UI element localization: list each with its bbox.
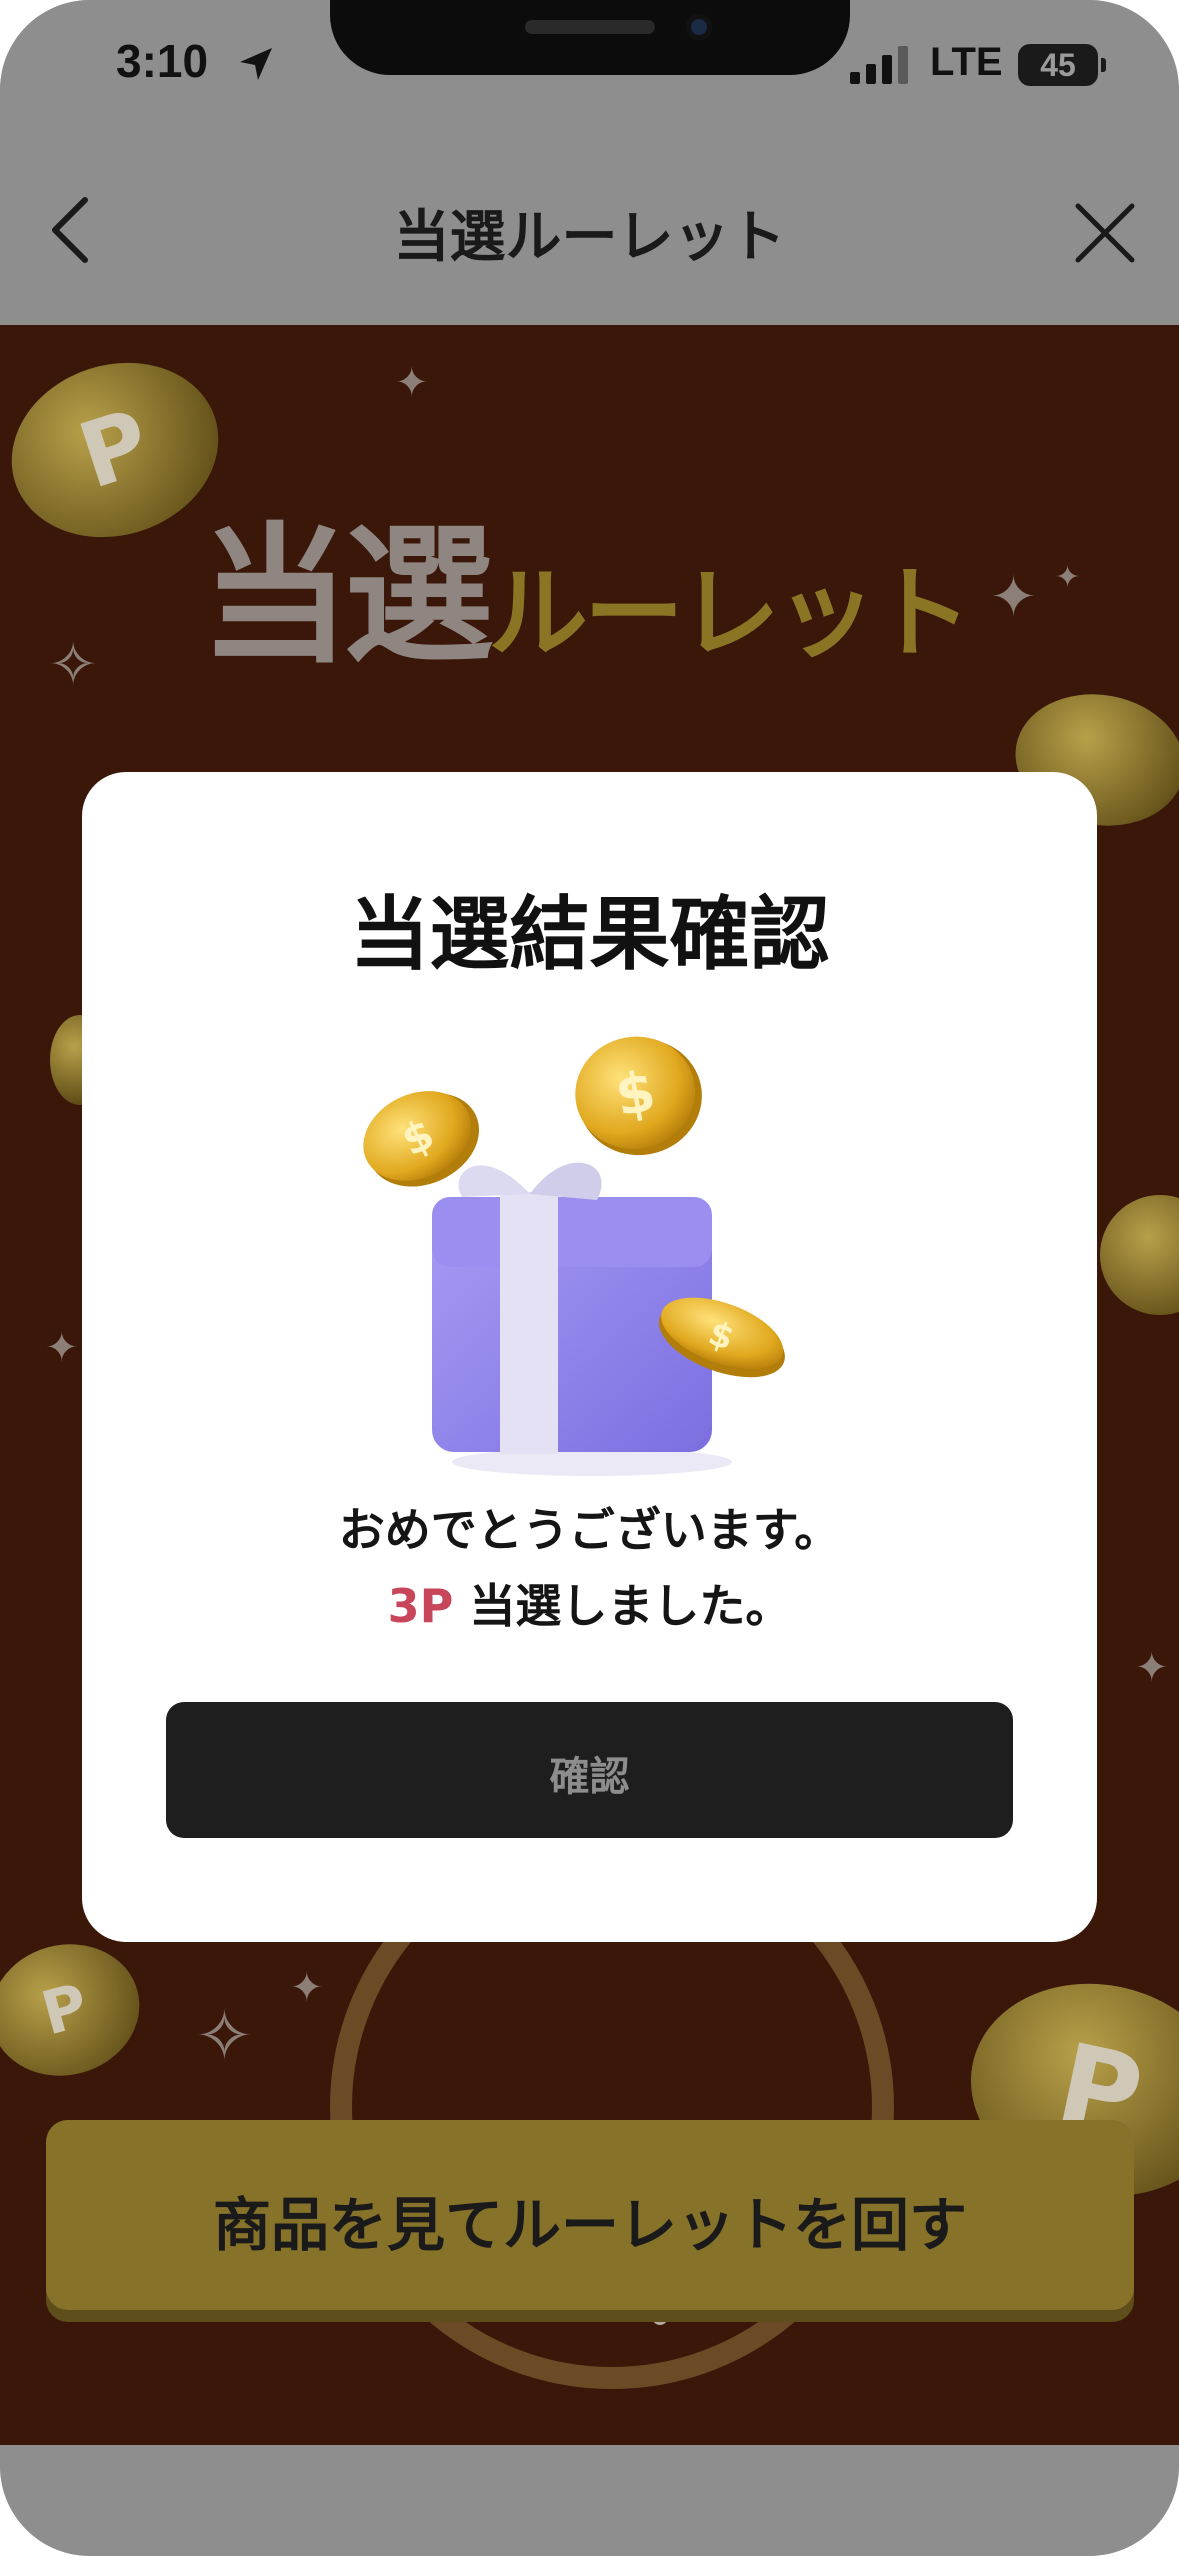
gift-box-with-coins-icon: $ $ $ [363,1036,785,1476]
result-dialog: 当選結果確認 $ $ $ おめでとうございます。 3P 当選しました。 確認 [82,772,1097,1942]
prize-line-suffix: 当選しました。 [453,1579,792,1633]
phone-screen: 3:10 LTE 45 当選ルーレット P P P ✦ ✧ ✦ ✦ ✦ ✦ ✦ … [0,0,1179,2556]
confirm-button[interactable]: 確認 [166,1702,1013,1838]
congratulations-text: おめでとうございます。 [338,1503,841,1557]
confirm-button-label: 確認 [549,1754,630,1800]
result-message: おめでとうございます。 3P 当選しました。 [82,1492,1097,1644]
prize-points: 3P [387,1579,454,1633]
dialog-title: 当選結果確認 [349,888,830,981]
prize-line: 3P 当選しました。 [82,1568,1097,1644]
